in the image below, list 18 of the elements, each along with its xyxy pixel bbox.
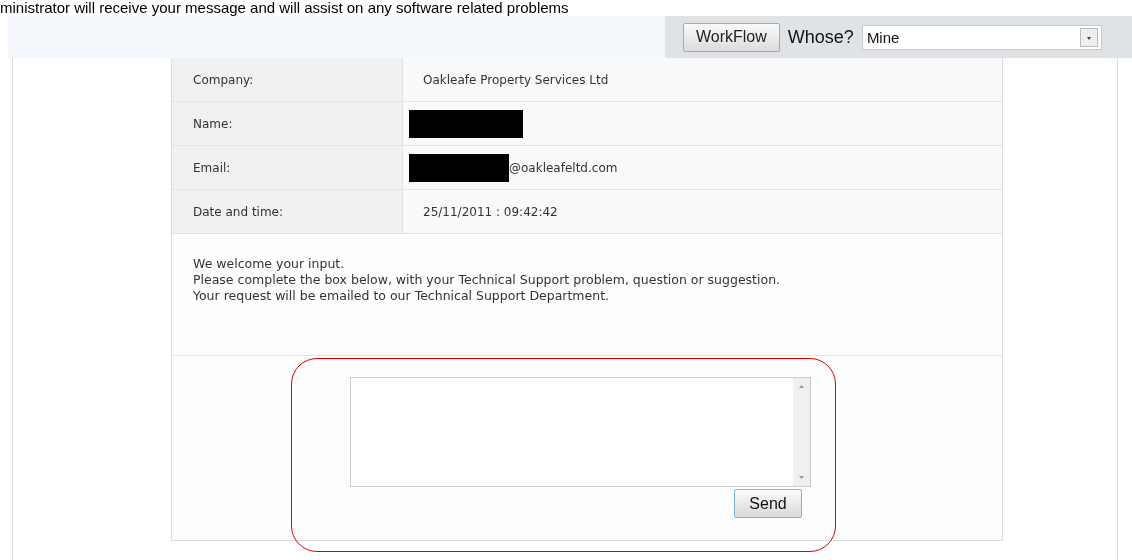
field-label: Company: — [172, 58, 403, 101]
whose-label: Whose? — [787, 26, 854, 48]
scrollbar-icon — [793, 378, 810, 486]
field-label: Date and time: — [172, 190, 403, 233]
intro-text: Please complete the box below, with your Technical Support problem, question or suggestion. — [193, 272, 782, 288]
field-value: 25/11/2011 : 09:42:42 — [403, 190, 1002, 233]
whose-select[interactable]: Mine — [861, 24, 1102, 50]
intro-text: We welcome your input. — [193, 256, 346, 272]
send-button[interactable]: Send — [734, 489, 802, 518]
workflow-button[interactable]: WorkFlow — [683, 22, 780, 52]
intro-text: Your request will be emailed to our Technical Support Department. — [193, 288, 610, 304]
field-label: Name: — [172, 102, 403, 145]
message-field[interactable] — [350, 377, 811, 487]
field-label: Email: — [172, 146, 403, 189]
caret-icon — [1079, 27, 1098, 47]
field-value: @oakleafeltd.com — [403, 146, 1002, 189]
field-value: Oakleafe Property Services Ltd — [403, 58, 1002, 101]
caption-text: ministrator will receive your message and will assist on any software related problems — [0, 0, 569, 16]
